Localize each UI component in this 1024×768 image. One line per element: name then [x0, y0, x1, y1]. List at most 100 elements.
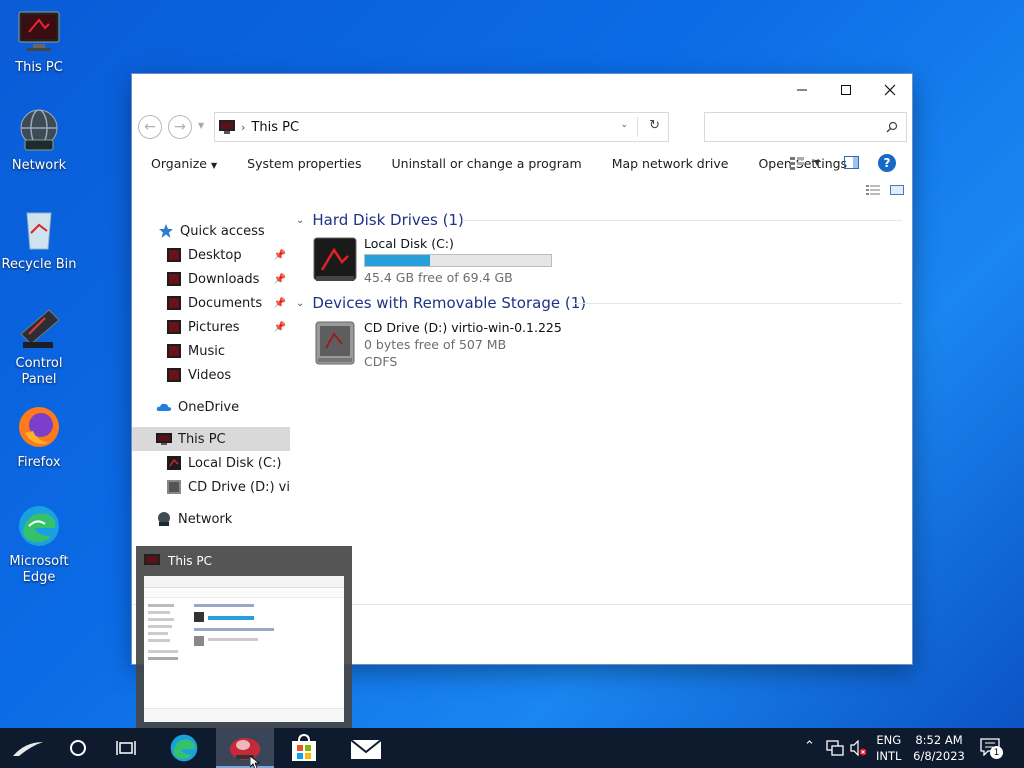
preview-thumbnail: [144, 576, 344, 722]
drive-local-disk-c[interactable]: Local Disk (C:) 45.4 GB free of 69.4 GB: [312, 236, 572, 288]
uninstall-program-button[interactable]: Uninstall or change a program: [392, 156, 582, 171]
action-center-button[interactable]: 1: [980, 738, 1008, 760]
desktop-icon-recycle-bin[interactable]: Recycle Bin: [0, 205, 78, 273]
show-hidden-icons-button[interactable]: ⌃: [804, 739, 815, 754]
downloads-folder-icon: [167, 272, 181, 286]
chevron-down-icon: ▼: [210, 160, 218, 170]
task-view-button[interactable]: [102, 728, 150, 768]
large-icons-view-icon[interactable]: [890, 185, 905, 195]
maximize-icon: [841, 85, 851, 95]
pin-icon[interactable]: 📌: [274, 274, 286, 285]
taskbar-thumbnail-preview[interactable]: This PC: [136, 546, 352, 728]
nav-network[interactable]: Network: [132, 507, 290, 531]
nav-label: Downloads: [188, 271, 260, 287]
network-status-icon[interactable]: [826, 740, 844, 756]
preview-pane-button[interactable]: [844, 156, 859, 172]
recent-locations-icon[interactable]: ▼: [198, 121, 204, 130]
desktop-icon-label: Firefox: [17, 455, 61, 470]
start-button[interactable]: [4, 728, 52, 768]
desktop-icon-network[interactable]: Network: [0, 106, 78, 174]
group-removable-storage[interactable]: ⌄ Devices with Removable Storage (1): [296, 292, 586, 314]
desktop-icon-edge[interactable]: Microsoft Edge: [0, 502, 78, 586]
keyboard-layout: INTL: [876, 749, 902, 763]
volume-muted-icon[interactable]: [850, 740, 868, 756]
taskbar-edge[interactable]: [160, 728, 208, 768]
help-button[interactable]: ?: [878, 154, 896, 172]
change-view-button[interactable]: [790, 156, 804, 173]
firefox-icon: [19, 407, 59, 447]
organize-button[interactable]: Organize ▼: [151, 156, 217, 171]
drive-name: Local Disk (C:): [364, 236, 454, 251]
nav-music[interactable]: Music: [132, 339, 290, 363]
music-folder-icon: [167, 344, 181, 358]
preview-title: This PC: [168, 554, 212, 568]
desktop-icon-control-panel[interactable]: Control Panel: [0, 304, 78, 388]
monitor-icon: [18, 11, 60, 51]
minimize-icon: [797, 89, 807, 91]
layout-icons: [866, 184, 905, 199]
drive-cd-d[interactable]: CD Drive (D:) virtio-win-0.1.225 0 bytes…: [312, 320, 572, 372]
nav-onedrive[interactable]: OneDrive: [132, 395, 290, 419]
language-indicator[interactable]: ENG INTL: [876, 732, 901, 764]
nav-cd-drive[interactable]: CD Drive (D:) virtic: [132, 475, 290, 499]
back-button[interactable]: ←: [138, 115, 162, 139]
address-divider: [637, 117, 638, 137]
map-network-drive-button[interactable]: Map network drive: [612, 156, 729, 171]
documents-folder-icon: [167, 296, 181, 310]
nav-downloads[interactable]: Downloads 📌: [132, 267, 290, 291]
nav-pictures[interactable]: Pictures 📌: [132, 315, 290, 339]
nav-this-pc[interactable]: This PC: [132, 427, 290, 451]
desktop-icon-label: Recycle Bin: [1, 257, 77, 272]
search-button[interactable]: [54, 728, 102, 768]
system-tray: ⌃ ENG INTL 8:52 AM 6/8/2023 1: [800, 728, 1024, 768]
drive-free-space: 45.4 GB free of 69.4 GB: [364, 270, 513, 285]
hard-drive-icon: [313, 237, 357, 281]
nav-desktop[interactable]: Desktop 📌: [132, 243, 290, 267]
this-pc-icon: [144, 554, 160, 565]
refresh-icon[interactable]: ↻: [649, 118, 660, 133]
forward-button[interactable]: →: [168, 115, 192, 139]
taskbar-store[interactable]: [280, 728, 328, 768]
network-icon: [158, 512, 170, 526]
nav-quick-access[interactable]: Quick access: [132, 219, 290, 243]
pin-icon[interactable]: 📌: [274, 250, 286, 261]
drive-filesystem: CDFS: [364, 354, 398, 369]
desktop-icon-label: Control Panel: [15, 356, 63, 387]
edge-icon: [170, 734, 198, 762]
address-text: This PC: [251, 119, 300, 135]
control-panel-icon: [20, 309, 60, 348]
system-properties-button[interactable]: System properties: [247, 156, 361, 171]
view-dropdown-icon[interactable]: ▼: [814, 158, 820, 167]
desktop-icon-firefox[interactable]: Firefox: [0, 403, 78, 471]
nav-videos[interactable]: Videos: [132, 363, 290, 387]
mail-icon: [350, 739, 382, 759]
nav-documents[interactable]: Documents 📌: [132, 291, 290, 315]
group-hard-disk-drives[interactable]: ⌄ Hard Disk Drives (1): [296, 209, 464, 231]
maximize-button[interactable]: [824, 74, 868, 106]
title-bar: [132, 74, 912, 106]
pin-icon[interactable]: 📌: [274, 322, 286, 333]
taskbar-mail[interactable]: [342, 728, 390, 768]
address-bar[interactable]: › This PC ⌄ ↻: [214, 112, 669, 142]
pin-icon[interactable]: 📌: [274, 298, 286, 309]
cd-drive-icon: [167, 480, 181, 494]
close-button[interactable]: [868, 74, 912, 106]
search-input[interactable]: [704, 112, 907, 142]
drive-usage-fill: [365, 255, 431, 266]
taskbar-file-explorer[interactable]: [216, 728, 274, 768]
address-dropdown-icon[interactable]: ⌄: [620, 120, 628, 130]
close-icon: [884, 84, 896, 96]
this-pc-icon: [156, 433, 172, 445]
nav-label: Local Disk (C:): [188, 455, 282, 471]
clock-time: 8:52 AM: [915, 733, 963, 747]
minimize-button[interactable]: [780, 74, 824, 106]
search-icon: [886, 121, 898, 133]
group-heading: Hard Disk Drives (1): [312, 211, 464, 229]
nav-local-disk[interactable]: Local Disk (C:): [132, 451, 290, 475]
recycle-bin-icon: [26, 212, 52, 250]
details-view-icon[interactable]: [866, 185, 880, 195]
taskbar: ⌃ ENG INTL 8:52 AM 6/8/2023 1: [0, 728, 1024, 768]
clock[interactable]: 8:52 AM 6/8/2023: [910, 732, 968, 764]
nav-label: Network: [178, 511, 233, 527]
desktop-icon-this-pc[interactable]: This PC: [0, 8, 78, 76]
